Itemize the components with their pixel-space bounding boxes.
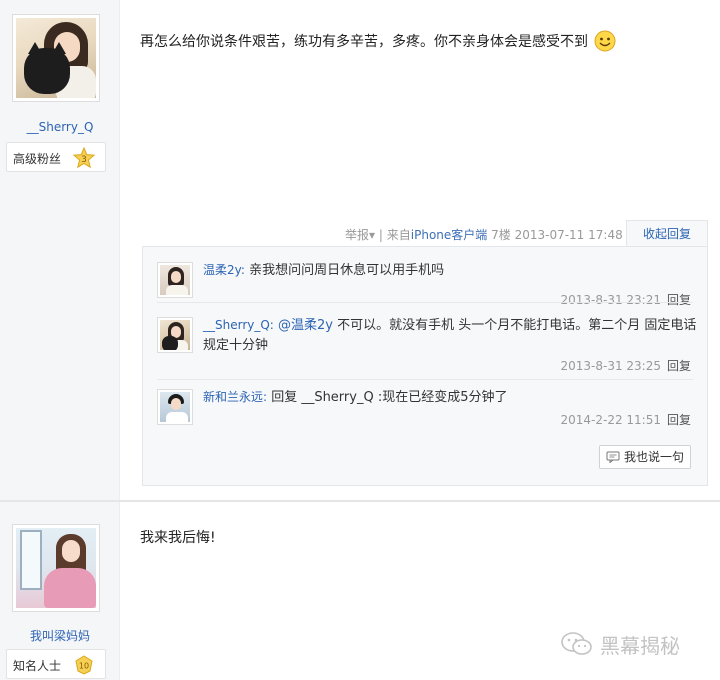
reply-username[interactable]: 新和兰永远: (203, 390, 267, 404)
reply-list: 温柔2y: 亲我想问问周日休息可以用手机吗 2013-8-31 23:21 回复 … (142, 246, 708, 486)
post-meta: 举报▾ | 来自iPhone客户端 7楼 2013-07-11 17:48 收起… (0, 220, 720, 247)
reply-button[interactable]: 回复 (667, 293, 691, 307)
reply-mention[interactable]: @温柔2y (278, 318, 333, 333)
comment-icon (606, 451, 620, 463)
post-content: 我来我后悔! (140, 528, 216, 548)
report-caret-icon[interactable]: ▾ (369, 228, 375, 242)
post-content: 再怎么给你说条件艰苦，练功有多辛苦，多疼。你不亲身体会是感受不到 (140, 30, 616, 52)
author-sidebar: 我叫梁妈妈 知名人士 10 (0, 502, 120, 680)
gem-level-icon: 10 (75, 655, 93, 675)
smiley-face-icon (594, 30, 616, 52)
author-username[interactable]: 我叫梁妈妈 (0, 627, 120, 644)
watermark-text: 黑幕揭秘 (600, 634, 680, 658)
author-sidebar: __Sherry_Q 高级粉丝 3 (0, 0, 120, 500)
avatar[interactable] (12, 524, 100, 612)
reply-datetime: 2014-2-22 11:51 (560, 413, 661, 427)
reply-text: 亲我想问问周日休息可以用手机吗 (249, 263, 445, 278)
wechat-icon (561, 632, 592, 655)
post-text: 再怎么给你说条件艰苦，练功有多辛苦，多疼。你不亲身体会是感受不到 (140, 34, 588, 50)
add-comment-label: 我也说一句 (623, 450, 684, 464)
reply-button[interactable]: 回复 (667, 359, 691, 373)
watermark: 黑幕揭秘 (560, 630, 680, 659)
badge-label: 知名人士 (13, 659, 62, 673)
post-datetime: 2013-07-11 17:48 (514, 228, 623, 242)
reply-datetime: 2013-8-31 23:21 (560, 293, 661, 307)
reply-avatar[interactable] (157, 389, 193, 425)
reply-divider (157, 379, 693, 380)
meta-divider: | (378, 228, 383, 242)
reply-text: 回复 __Sherry_Q :现在已经变成5分钟了 (271, 390, 508, 405)
source-link[interactable]: iPhone客户端 (411, 228, 488, 242)
fan-level-badge[interactable]: 高级粉丝 3 (6, 142, 106, 172)
reply-avatar[interactable] (157, 262, 193, 298)
post-floor-7: __Sherry_Q 高级粉丝 3 再怎么给你说条件艰苦，练功有多辛苦，多疼。你… (0, 0, 720, 500)
author-username[interactable]: __Sherry_Q (0, 120, 120, 134)
reply-button[interactable]: 回复 (667, 413, 691, 427)
add-comment-button[interactable]: 我也说一句 (599, 445, 691, 469)
floor-number: 7楼 (491, 228, 511, 242)
reply-avatar[interactable] (157, 317, 193, 353)
badge-level: 3 (81, 155, 87, 165)
post-text: 我来我后悔! (140, 530, 216, 546)
report-link[interactable]: 举报 (345, 228, 369, 242)
source-prefix: 来自 (386, 228, 411, 242)
reply-username[interactable]: 温柔2y: (203, 263, 245, 277)
star-level-icon: 3 (73, 147, 95, 169)
collapse-replies-button[interactable]: 收起回复 (626, 220, 708, 247)
avatar[interactable] (12, 14, 100, 102)
reply-divider (157, 302, 693, 303)
reply-username[interactable]: __Sherry_Q: (203, 318, 274, 332)
fan-level-badge[interactable]: 知名人士 10 (6, 649, 106, 679)
badge-label: 高级粉丝 (13, 152, 62, 166)
reply-text: 不可以。就没有手机 头一个月不能打电话。第二个月 固定电话规定十分钟 (203, 318, 697, 353)
badge-level: 10 (79, 662, 89, 671)
reply-datetime: 2013-8-31 23:25 (560, 359, 661, 373)
